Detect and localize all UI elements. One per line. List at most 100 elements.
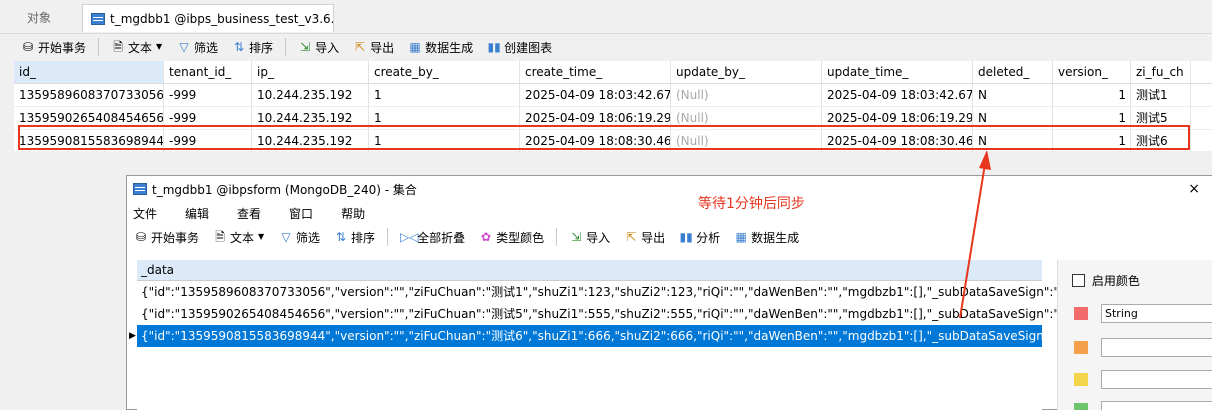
collapse-icon: ▷◁ bbox=[400, 230, 419, 244]
column-header-update-by[interactable]: update_by_ bbox=[671, 61, 822, 83]
color-swatch-orange[interactable] bbox=[1074, 341, 1088, 354]
transaction-icon: ⛁ bbox=[135, 230, 147, 244]
grid-header-row: id_ tenant_id_ ip_ create_by_ create_tim… bbox=[14, 61, 1212, 84]
column-header-tenant-id[interactable]: tenant_id_ bbox=[164, 61, 252, 83]
color-swatch-red[interactable] bbox=[1074, 307, 1088, 320]
window-title: t_mgdbb1 @ibpsform (MongoDB_240) - 集合 bbox=[152, 182, 417, 197]
color-circles-icon: ✿ bbox=[481, 230, 492, 244]
cell-deleted[interactable]: N bbox=[973, 84, 1053, 106]
sort-label: 排序 bbox=[249, 40, 274, 55]
export-button[interactable]: ⇱ 导出 bbox=[619, 226, 670, 248]
type-field-string[interactable]: String bbox=[1101, 304, 1212, 323]
import-button[interactable]: ⇲ 导入 bbox=[293, 36, 344, 58]
toolbar-divider bbox=[98, 38, 100, 56]
import-label: 导入 bbox=[315, 40, 340, 55]
filter-label: 筛选 bbox=[296, 230, 321, 245]
sort-icon: ⇅ bbox=[336, 230, 347, 244]
begin-transaction-button[interactable]: ⛁ 开始事务 bbox=[129, 226, 204, 248]
enable-color-option[interactable]: 启用颜色 bbox=[1072, 272, 1140, 289]
cell-version[interactable]: 1 bbox=[1053, 84, 1131, 106]
arrow-head-icon bbox=[979, 150, 991, 170]
document-row-selected[interactable]: ▶ {"id":"1359590815583698944","version":… bbox=[129, 325, 1095, 347]
filter-icon: ▽ bbox=[281, 230, 291, 244]
sync-annotation: 等待1分钟后同步 bbox=[698, 196, 805, 212]
type-field[interactable] bbox=[1101, 370, 1212, 389]
type-field[interactable] bbox=[1101, 401, 1212, 410]
tab-active-label: t_mgdbb1 @ibps_business_test_v3.6.... bbox=[110, 11, 334, 26]
analyze-button[interactable]: ▮▮ 分析 bbox=[674, 226, 725, 248]
close-icon[interactable]: × bbox=[1188, 181, 1200, 197]
create-chart-button[interactable]: ▮▮ 创建图表 bbox=[482, 36, 557, 58]
collapse-all-label: 全部折叠 bbox=[417, 230, 466, 245]
table-row[interactable]: ▶ 1359589608370733056 -999 10.244.235.19… bbox=[2, 84, 1212, 107]
cell-ip[interactable]: 10.244.235.192 bbox=[252, 84, 369, 106]
tab-table-t-mgdbb1[interactable]: t_mgdbb1 @ibps_business_test_v3.6.... bbox=[82, 4, 334, 32]
document-json[interactable]: {"id":"1359590265408454656","version":""… bbox=[141, 307, 1095, 321]
document-row[interactable]: {"id":"1359590265408454656","version":""… bbox=[137, 303, 1095, 325]
color-swatch-yellow[interactable] bbox=[1074, 373, 1088, 386]
cell-tenant-id[interactable]: -999 bbox=[164, 84, 252, 106]
column-header-zi-fu-chuan[interactable]: zi_fu_ch bbox=[1131, 61, 1191, 83]
filter-button[interactable]: ▽ 筛选 bbox=[172, 36, 223, 58]
text-button[interactable]: 🗎 文本 ▼ bbox=[106, 36, 168, 58]
type-field[interactable] bbox=[1101, 338, 1212, 357]
collection-grid: _data {"id":"1359589608370733056","versi… bbox=[129, 260, 1095, 410]
data-generation-button[interactable]: ▦ 数据生成 bbox=[403, 36, 478, 58]
document-json[interactable]: {"id":"1359589608370733056","version":""… bbox=[141, 285, 1095, 299]
toolbar-divider bbox=[285, 38, 287, 56]
menu-edit[interactable]: 编辑 bbox=[185, 205, 221, 222]
data-generation-icon: ▦ bbox=[409, 40, 421, 54]
data-generation-button[interactable]: ▦ 数据生成 bbox=[729, 226, 804, 248]
cell-create-by[interactable]: 1 bbox=[369, 84, 520, 106]
menu-window[interactable]: 窗口 bbox=[289, 205, 325, 222]
analyze-label: 分析 bbox=[696, 230, 721, 245]
type-color-button[interactable]: ✿ 类型颜色 bbox=[474, 226, 549, 248]
tab-objects[interactable]: 对象 bbox=[0, 4, 78, 32]
highlight-box bbox=[18, 125, 1190, 150]
menu-file[interactable]: 文件 bbox=[133, 205, 169, 222]
main-toolbar: ⛁ 开始事务 🗎 文本 ▼ ▽ 筛选 ⇅ 排序 ⇲ 导入 ⇱ 导出 ▦ 数据生成… bbox=[0, 34, 1212, 60]
column-header-ip[interactable]: ip_ bbox=[252, 61, 369, 83]
filter-label: 筛选 bbox=[194, 40, 219, 55]
sort-button[interactable]: ⇅ 排序 bbox=[329, 226, 380, 248]
document-row[interactable]: {"id":"1359589608370733056","version":""… bbox=[137, 281, 1095, 303]
cell-update-by[interactable]: (Null) bbox=[671, 84, 822, 106]
column-header-create-by[interactable]: create_by_ bbox=[369, 61, 520, 83]
collapse-all-button[interactable]: ▷◁ 全部折叠 bbox=[395, 226, 470, 248]
menu-view[interactable]: 查看 bbox=[237, 205, 273, 222]
menu-help[interactable]: 帮助 bbox=[341, 205, 377, 222]
export-label: 导出 bbox=[370, 40, 395, 55]
cell-zi-fu-chuan[interactable]: 测试1 bbox=[1131, 84, 1191, 106]
column-header-deleted[interactable]: deleted_ bbox=[973, 61, 1053, 83]
cell-id[interactable]: 1359589608370733056 bbox=[14, 84, 164, 106]
import-icon: ⇲ bbox=[571, 230, 582, 244]
type-color-panel: 启用颜色 String bbox=[1057, 260, 1212, 410]
color-swatch-green[interactable] bbox=[1074, 403, 1088, 410]
bar-chart-icon: ▮▮ bbox=[487, 40, 501, 54]
begin-transaction-label: 开始事务 bbox=[38, 40, 87, 55]
enable-color-checkbox[interactable] bbox=[1072, 274, 1085, 287]
cell-update-time[interactable]: 2025-04-09 18:03:42.674 bbox=[822, 84, 973, 106]
column-header-create-time[interactable]: create_time_ bbox=[520, 61, 671, 83]
cell-create-time[interactable]: 2025-04-09 18:03:42.674 bbox=[520, 84, 671, 106]
import-button[interactable]: ⇲ 导入 bbox=[564, 226, 615, 248]
export-button[interactable]: ⇱ 导出 bbox=[348, 36, 399, 58]
column-header-version[interactable]: version_ bbox=[1053, 61, 1131, 83]
export-icon: ⇱ bbox=[355, 40, 366, 54]
dropdown-arrow-icon: ▼ bbox=[155, 42, 163, 51]
table-icon bbox=[91, 12, 105, 25]
sort-button[interactable]: ⇅ 排序 bbox=[227, 36, 278, 58]
column-header-id[interactable]: id_ bbox=[14, 61, 164, 83]
export-label: 导出 bbox=[641, 230, 666, 245]
text-button[interactable]: 🗎 文本 ▼ bbox=[208, 226, 270, 248]
transaction-icon: ⛁ bbox=[22, 40, 34, 54]
column-header-data[interactable]: _data bbox=[137, 260, 1042, 281]
begin-transaction-button[interactable]: ⛁ 开始事务 bbox=[16, 36, 91, 58]
filter-icon: ▽ bbox=[179, 40, 189, 54]
export-icon: ⇱ bbox=[626, 230, 637, 244]
filter-button[interactable]: ▽ 筛选 bbox=[274, 226, 325, 248]
data-generation-icon: ▦ bbox=[735, 230, 747, 244]
sort-icon: ⇅ bbox=[234, 40, 245, 54]
document-json[interactable]: {"id":"1359590815583698944","version":""… bbox=[141, 329, 1095, 343]
column-header-update-time[interactable]: update_time_ bbox=[822, 61, 973, 83]
